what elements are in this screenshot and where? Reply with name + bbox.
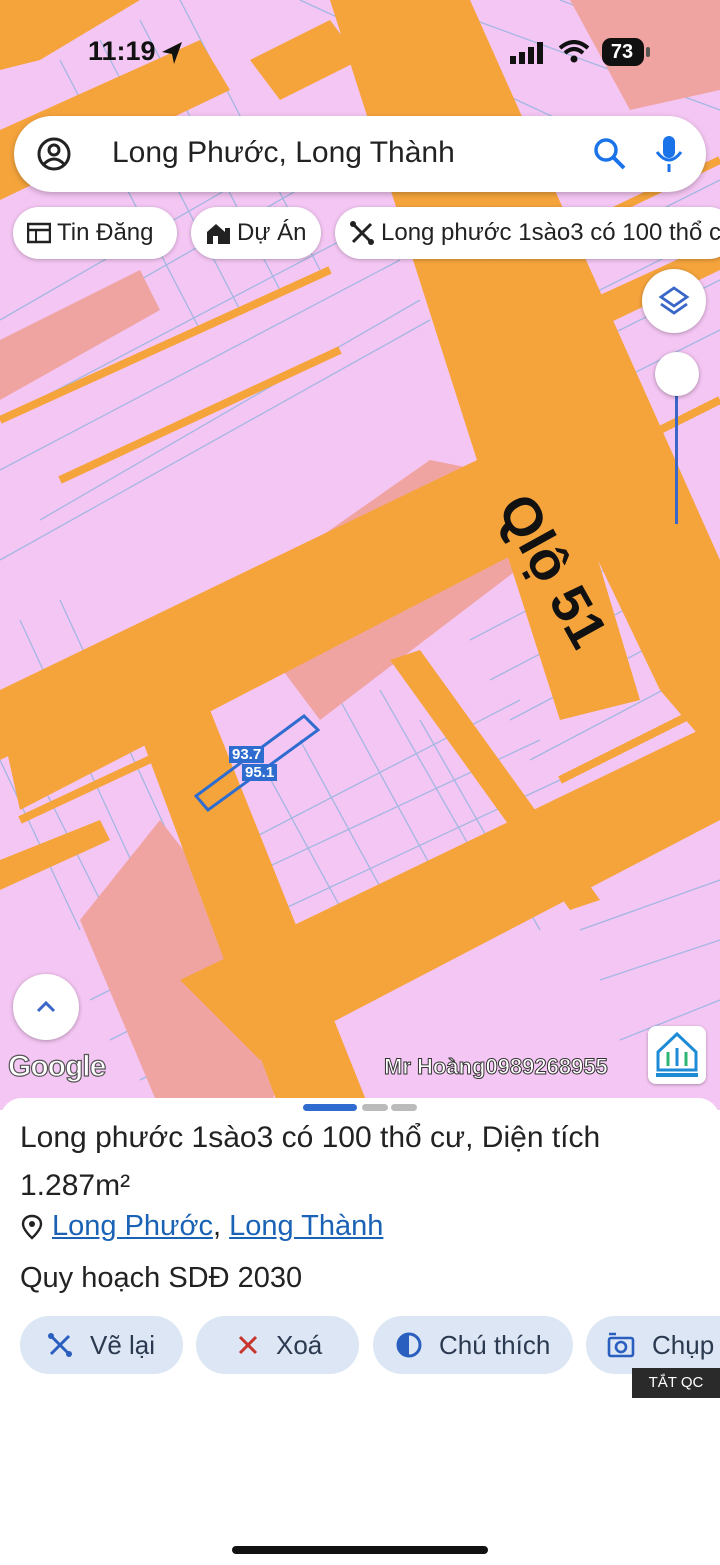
search-icon[interactable] [592, 136, 628, 172]
plan-label: Quy hoạch SDĐ 2030 [20, 1262, 303, 1294]
page-dot-active [303, 1104, 357, 1111]
delete-button[interactable]: Xoá [196, 1316, 359, 1374]
map-view[interactable]: 11:19 73 Long Phước, Long Thành Tin Đăng… [0, 0, 720, 1110]
page-dot [362, 1104, 388, 1111]
action-label: Chú thích [439, 1329, 551, 1360]
close-icon [238, 1335, 258, 1355]
district-link[interactable]: Long Thành [229, 1210, 383, 1243]
microphone-icon[interactable] [654, 134, 684, 174]
account-icon[interactable] [36, 136, 72, 172]
cellular-signal-icon [510, 42, 543, 64]
ward-link[interactable]: Long Phước [52, 1210, 213, 1243]
chevron-up-icon [36, 1000, 56, 1013]
watermark-text: Mr Hoàng0989268955 [384, 1054, 609, 1080]
parcel-measure-label: 93.7 [229, 746, 265, 763]
redraw-button[interactable]: Vẽ lại [20, 1316, 183, 1374]
opacity-slider-track[interactable] [675, 376, 678, 524]
layers-icon [658, 286, 690, 315]
action-label: Chụp [652, 1329, 715, 1360]
capture-button[interactable]: Chụp [586, 1316, 720, 1374]
home-indicator[interactable] [232, 1546, 488, 1554]
location-arrow-icon [162, 42, 182, 64]
expand-up-button[interactable] [13, 974, 79, 1040]
action-label: Xoá [276, 1329, 323, 1360]
legend-icon [396, 1332, 422, 1358]
battery-icon: 73 [602, 38, 650, 66]
action-label: Vẽ lại [90, 1329, 156, 1360]
redraw-icon [48, 1333, 72, 1357]
brand-logo [648, 1026, 706, 1084]
search-bar[interactable]: Long Phước, Long Thành [14, 116, 706, 192]
layers-button[interactable] [642, 269, 706, 333]
chip-tin-dang[interactable]: Tin Đăng [13, 207, 177, 259]
parcel-measure-label: 95.1 [242, 764, 278, 781]
address-separator: , [212, 1210, 230, 1242]
chip-label: Dự Án [237, 219, 307, 246]
chip-du-an[interactable]: Dự Án [191, 207, 321, 259]
opacity-slider-handle[interactable] [655, 352, 699, 396]
draw-icon [350, 221, 374, 245]
status-time: 11:19 [88, 36, 156, 66]
chip-drawn-area[interactable]: Long phước 1sào3 có 100 thổ cư, Diện tíc… [335, 207, 720, 259]
listing-title: Long phước 1sào3 có 100 thổ cư, Diện tíc… [20, 1121, 601, 1202]
info-sheet[interactable]: Long phước 1sào3 có 100 thổ cư, Diện tíc… [0, 1098, 720, 1565]
listing-address: Long Phước, Long Thành [20, 1210, 383, 1243]
location-pin-icon [21, 1214, 43, 1240]
google-attribution: Google [7, 1049, 107, 1083]
calendar-icon [27, 222, 51, 244]
wifi-icon [558, 40, 590, 63]
chip-label: Tin Đăng [57, 219, 154, 246]
hide-ads-button[interactable]: TẮT QC [632, 1368, 720, 1398]
page-dot [391, 1104, 417, 1111]
chip-label: Long phước 1sào3 có 100 thổ cư, Diện tíc… [381, 219, 720, 246]
legend-button[interactable]: Chú thích [373, 1316, 573, 1374]
search-input[interactable]: Long Phước, Long Thành [112, 136, 455, 170]
camera-icon [607, 1332, 635, 1358]
battery-level: 73 [610, 41, 634, 63]
status-bar: 11:19 73 [0, 34, 720, 74]
logo-icon [656, 1031, 698, 1077]
building-icon [207, 224, 230, 244]
